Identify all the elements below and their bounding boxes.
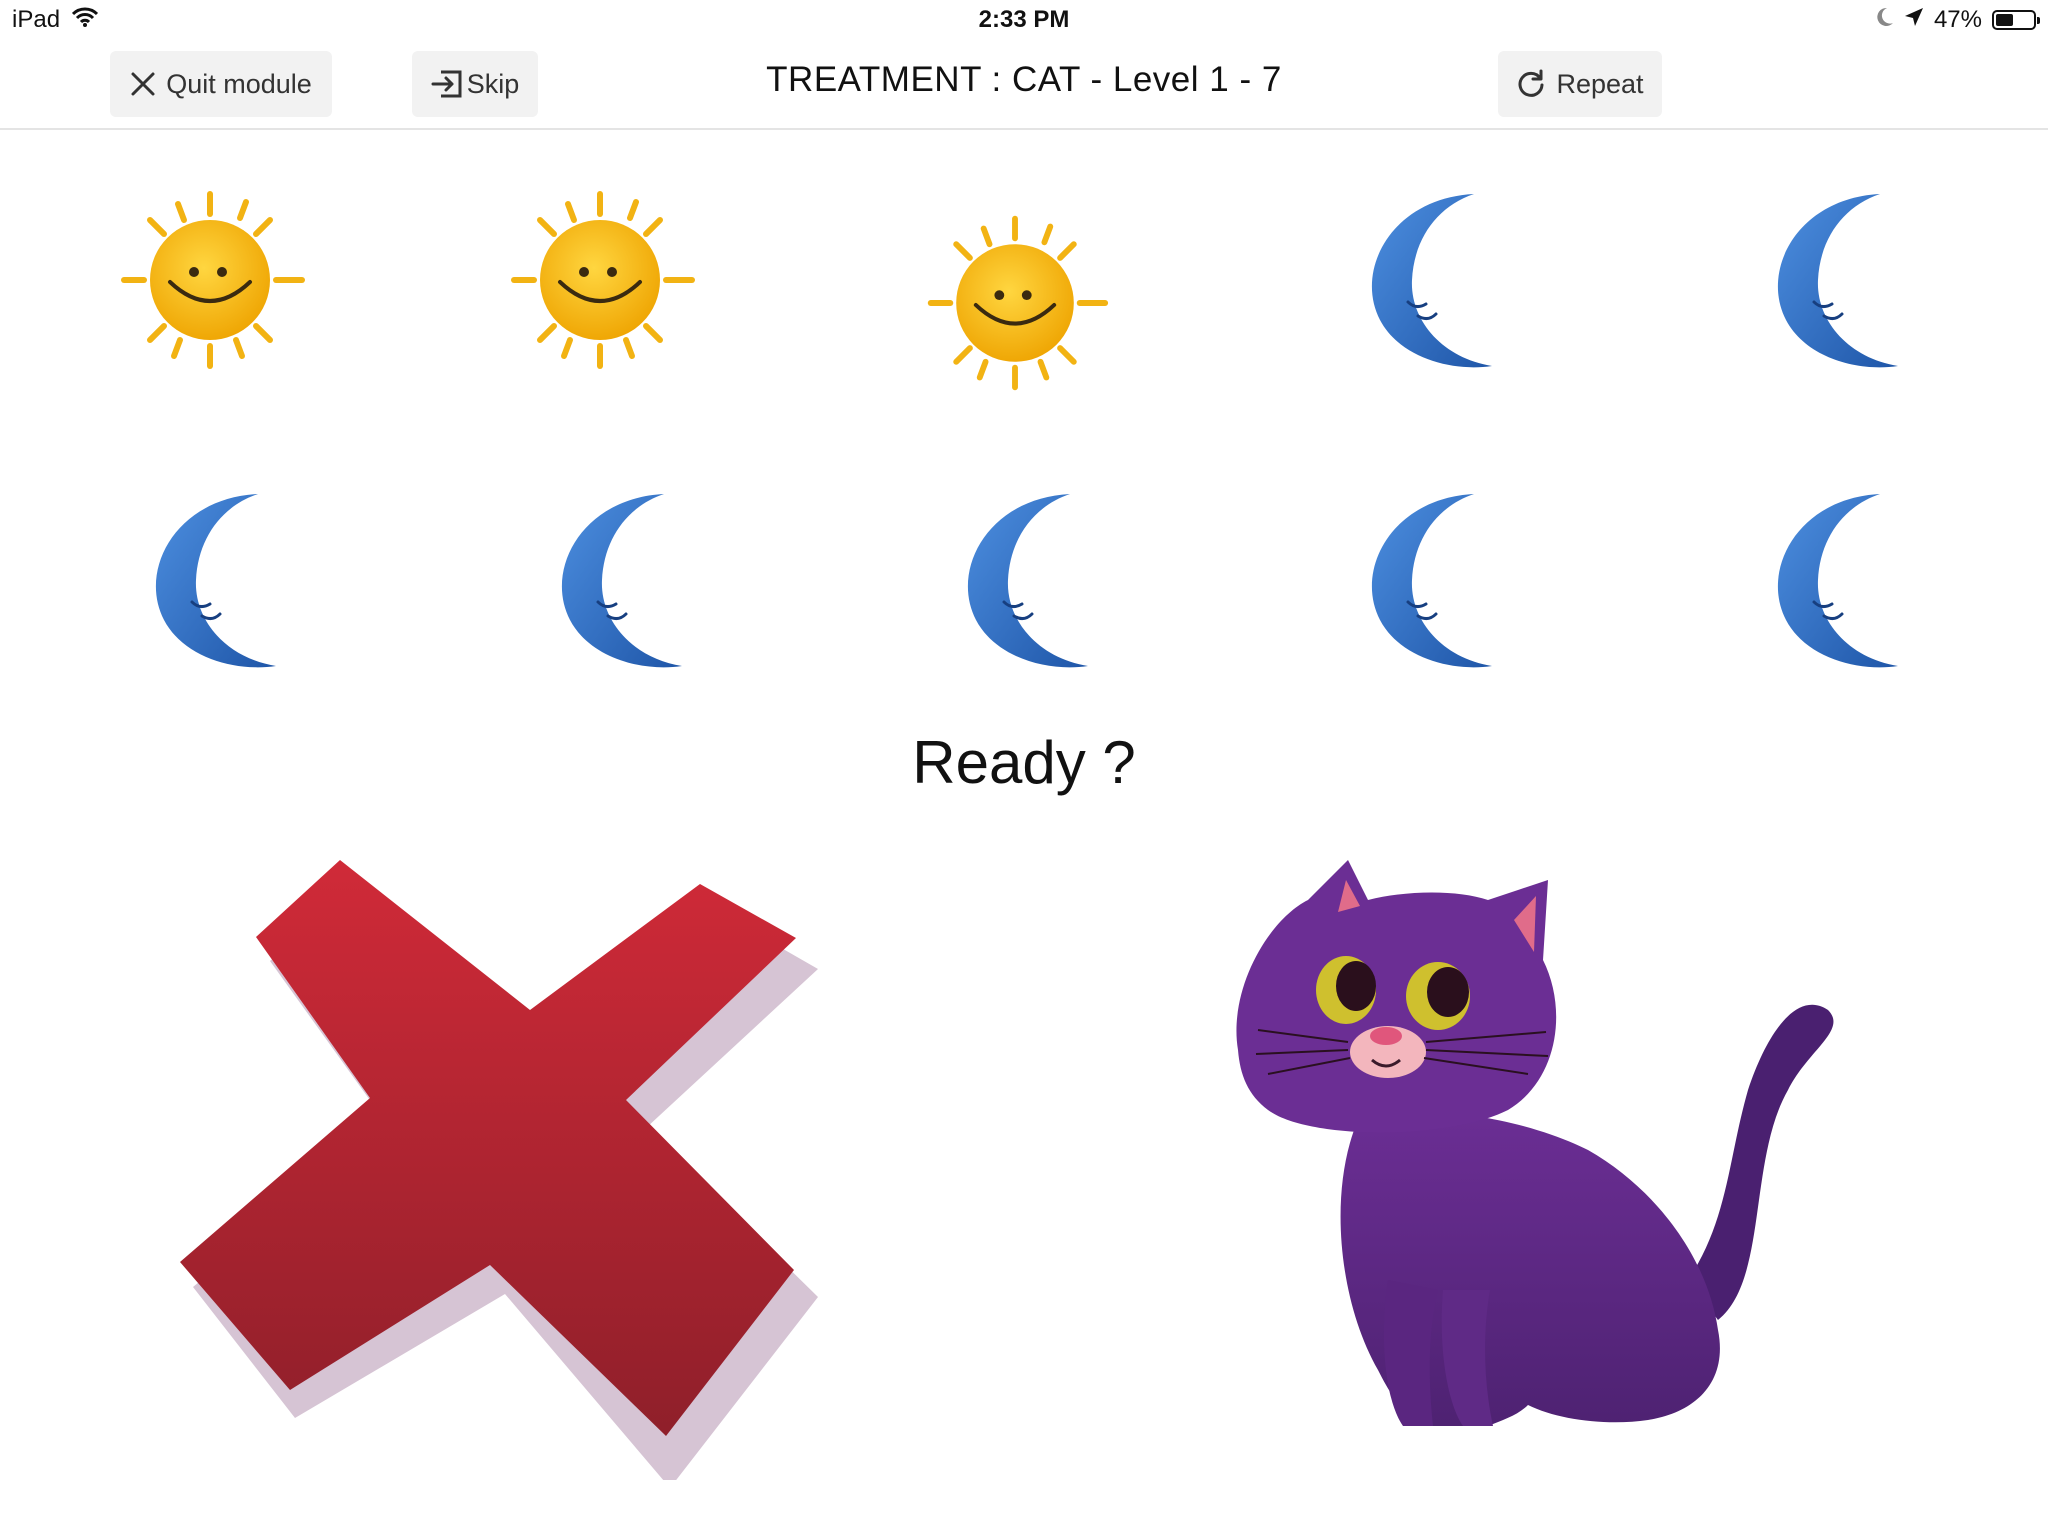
status-time: 2:33 PM [978,6,1070,33]
moon-icon [1322,170,1542,390]
cat-icon [1228,860,1868,1464]
moon-icon [512,470,732,690]
moon-icon [1728,170,1948,390]
cross-icon [180,860,830,1488]
repeat-button[interactable]: Repeat [1498,51,1662,117]
moon-icon [918,470,1138,690]
battery-icon [1992,10,2040,30]
location-icon [1904,6,1924,34]
no-choice-button[interactable] [180,860,830,1488]
repeat-label: Repeat [1556,68,1644,99]
ready-prompt: Ready ? [912,729,1136,796]
moon-status-icon [1876,6,1894,34]
sun-icon [905,193,1125,413]
status-bar: iPad 2:33 PM 47% [0,0,2048,40]
moon-icon [1728,470,1948,690]
page-title: TREATMENT : CAT - Level 1 - 7 [766,60,1282,99]
battery-fill [1996,14,2013,26]
sun-icon [490,170,710,390]
battery-percent: 47% [1933,6,1982,33]
status-right: 47% [1876,6,2040,34]
moon-icon [1322,470,1542,690]
sun-icon [100,170,320,390]
toolbar: Quit module Skip TREATMENT : CAT - Level… [0,40,2048,130]
battery-tip [2037,17,2040,24]
cat-choice-button[interactable] [1228,860,1868,1465]
refresh-icon [1516,69,1546,99]
moon-icon [106,470,326,690]
